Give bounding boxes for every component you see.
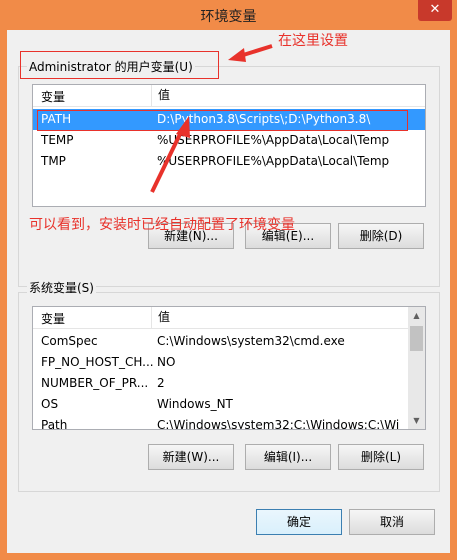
arrow-to-path-row (150, 129, 184, 193)
annotation-arrows (150, 44, 273, 193)
arrowhead-user-label (228, 48, 246, 62)
